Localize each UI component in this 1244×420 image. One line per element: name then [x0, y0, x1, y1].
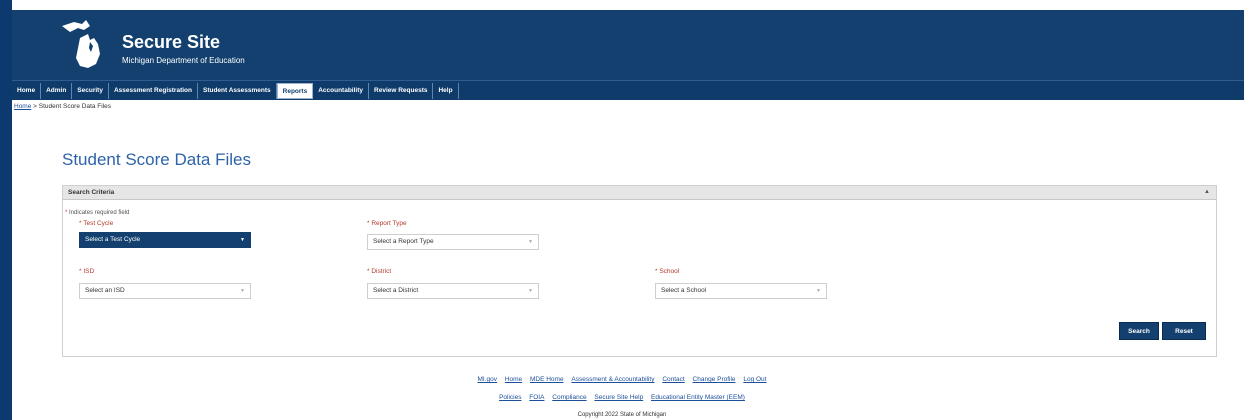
breadcrumb-home-link[interactable]: Home — [14, 103, 31, 110]
footer-link-mde-home[interactable]: MDE Home — [530, 376, 564, 383]
test-cycle-value: Select a Test Cycle — [85, 236, 141, 243]
required-star: * — [65, 210, 68, 216]
nav-item-help[interactable]: Help — [433, 82, 459, 99]
dropdown-arrow-icon: ▼ — [528, 239, 533, 245]
footer-link-contact[interactable]: Contact — [662, 376, 684, 383]
nav-item-review-requests[interactable]: Review Requests — [369, 82, 434, 99]
footer-link-secure-site-help[interactable]: Secure Site Help — [594, 394, 643, 401]
breadcrumb: Home > Student Score Data Files — [14, 103, 111, 110]
site-title: Secure Site — [122, 32, 221, 52]
collapse-chevron-icon[interactable]: ▲ — [1204, 189, 1210, 195]
footer-links-row-1: MI.gov Home MDE Home Assessment & Accoun… — [0, 376, 1244, 383]
dropdown-arrow-icon: ▼ — [240, 288, 245, 294]
isd-select[interactable]: Select an ISD ▼ — [79, 283, 251, 299]
school-label: * School — [655, 268, 680, 275]
nav-item-assessment-registration[interactable]: Assessment Registration — [109, 82, 198, 99]
footer-link-eem[interactable]: Educational Entity Master (EEM) — [651, 394, 745, 401]
site-header: Secure Site Michigan Department of Educa… — [12, 10, 1244, 80]
district-label: * District — [367, 268, 392, 275]
dropdown-arrow-icon: ▼ — [528, 288, 533, 294]
footer-link-home[interactable]: Home — [505, 376, 522, 383]
footer-links-row-2: Policies FOIA Compliance Secure Site Hel… — [0, 394, 1244, 401]
panel-title: Search Criteria — [68, 189, 115, 196]
panel-header[interactable]: Search Criteria ▲ — [63, 186, 1216, 200]
breadcrumb-current: Student Score Data Files — [38, 103, 112, 110]
district-select[interactable]: Select a District ▼ — [367, 283, 539, 299]
report-type-value: Select a Report Type — [373, 238, 434, 245]
school-select[interactable]: Select a School ▼ — [655, 283, 827, 299]
test-cycle-select[interactable]: Select a Test Cycle ▼ — [79, 232, 251, 248]
nav-item-admin[interactable]: Admin — [41, 82, 73, 99]
footer-link-assessment-accountability[interactable]: Assessment & Accountability — [571, 376, 654, 383]
footer-link-policies[interactable]: Policies — [499, 394, 521, 401]
main-nav: Home Admin Security Assessment Registrat… — [12, 80, 1244, 100]
footer-link-change-profile[interactable]: Change Profile — [693, 376, 736, 383]
copyright-text: Copyright 2022 State of Michigan — [577, 412, 667, 418]
report-type-label: * Report Type — [367, 220, 407, 227]
breadcrumb-separator: > — [33, 103, 37, 110]
michigan-mitten-icon — [62, 20, 100, 68]
footer-link-compliance[interactable]: Compliance — [552, 394, 586, 401]
nav-item-reports[interactable]: Reports — [276, 82, 314, 99]
required-note-text: Indicates required field — [69, 210, 130, 216]
reset-button[interactable]: Reset — [1162, 322, 1206, 340]
report-type-select[interactable]: Select a Report Type ▼ — [367, 234, 539, 250]
district-value: Select a District — [373, 287, 419, 294]
isd-label: * ISD — [79, 268, 95, 275]
site-subtitle: Michigan Department of Education — [122, 56, 245, 65]
school-value: Select a School — [661, 287, 707, 294]
nav-item-student-assessments[interactable]: Student Assessments — [198, 82, 277, 99]
required-note: * Indicates required field — [65, 210, 129, 216]
footer-link-foia[interactable]: FOIA — [529, 394, 544, 401]
page-title: Student Score Data Files — [62, 150, 251, 169]
footer-link-log-out[interactable]: Log Out — [743, 376, 766, 383]
search-button[interactable]: Search — [1119, 322, 1159, 340]
dropdown-arrow-icon: ▼ — [240, 237, 245, 243]
footer-link-mi-gov[interactable]: MI.gov — [478, 376, 498, 383]
isd-value: Select an ISD — [85, 287, 125, 294]
nav-item-accountability[interactable]: Accountability — [313, 82, 370, 99]
dropdown-arrow-icon: ▼ — [816, 288, 821, 294]
nav-item-security[interactable]: Security — [72, 82, 109, 99]
search-criteria-panel: Search Criteria ▲ * Indicates required f… — [62, 185, 1217, 357]
test-cycle-label: * Test Cycle — [79, 220, 114, 227]
left-accent-bar — [0, 0, 12, 420]
nav-item-home[interactable]: Home — [12, 82, 42, 99]
